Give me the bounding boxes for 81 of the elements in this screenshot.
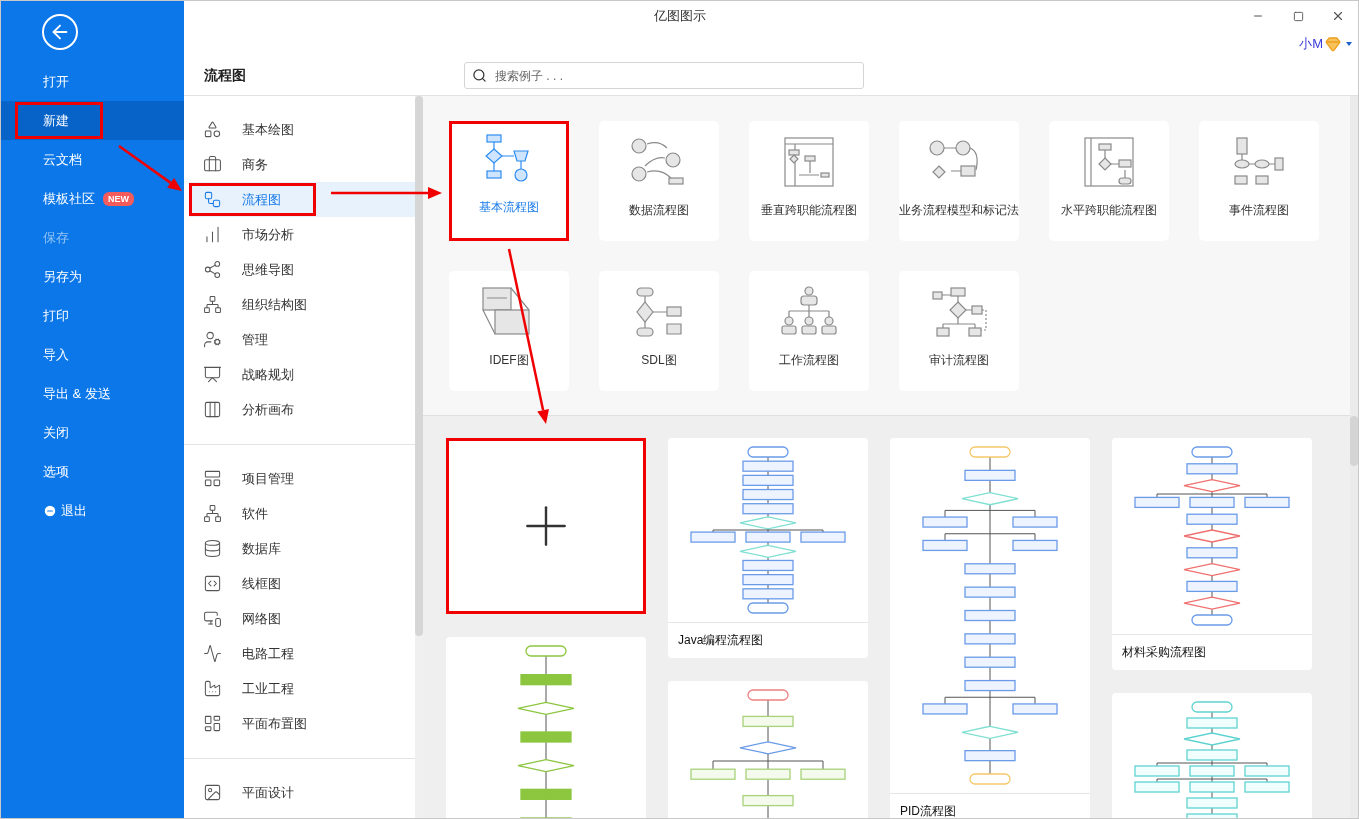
template-caption: PID流程图 [890, 793, 1090, 818]
window-title: 亿图图示 [654, 7, 706, 25]
diagram-type-card[interactable]: 工作流程图 [749, 271, 869, 391]
maximize-icon [1292, 10, 1304, 22]
category-item[interactable]: 网络图 [189, 601, 415, 636]
image-icon [203, 783, 222, 802]
category-item[interactable]: 流程图 [189, 182, 415, 217]
sidebar-item[interactable]: 云文档 [1, 140, 184, 179]
category-item[interactable]: 线框图 [189, 566, 415, 601]
annotation-arrow [118, 145, 182, 191]
diagram-type-card[interactable]: 垂直跨职能流程图 [749, 121, 869, 241]
diagram-type-card[interactable]: 审计流程图 [899, 271, 1019, 391]
new-badge: NEW [103, 191, 134, 206]
category-item[interactable]: 工业工程 [189, 671, 415, 706]
template-card[interactable]: 材料采购流程图 [1112, 438, 1312, 670]
code-window-icon [203, 574, 222, 593]
section-heading: 流程图 [204, 66, 247, 85]
pulse-icon [203, 644, 222, 663]
diagram-type-card[interactable]: 事件流程图 [1199, 121, 1319, 241]
sidebar-item[interactable]: 选项 [1, 452, 184, 491]
columns-icon [203, 400, 222, 419]
category-item[interactable]: 市场分析 [189, 217, 415, 252]
template-card[interactable] [1112, 693, 1312, 818]
category-item[interactable]: 平面设计 [189, 775, 415, 810]
template-card[interactable]: PID流程图 [890, 438, 1090, 818]
diagram-type-card[interactable]: 基本流程图 [449, 121, 569, 241]
shapes-icon [203, 120, 222, 139]
sidebar-item[interactable]: 另存为 [1, 257, 184, 296]
presentation-icon [203, 365, 222, 384]
search-field[interactable]: 搜索例子 . . . [464, 62, 864, 89]
scrollbar-thumb[interactable] [1350, 416, 1358, 466]
search-icon [472, 68, 487, 83]
sidebar-item[interactable]: 导出 & 发送 [1, 374, 184, 413]
category-item[interactable]: 管理 [189, 322, 415, 357]
sidebar-item[interactable]: 打开 [1, 62, 184, 101]
floor-plan-icon [203, 714, 222, 733]
minus-icon [43, 503, 57, 518]
template-card[interactable] [668, 681, 868, 818]
caret-icon[interactable] [1346, 41, 1352, 46]
back-button[interactable] [42, 13, 78, 50]
sidebar-item[interactable]: 导入 [1, 335, 184, 374]
diagram-type-card[interactable]: 数据流程图 [599, 121, 719, 241]
category-item[interactable]: 项目管理 [189, 461, 415, 496]
new-blank-card[interactable] [446, 438, 646, 614]
diagram-type-card[interactable]: SDL图 [599, 271, 719, 391]
user-gear-icon [203, 330, 222, 349]
category-item[interactable]: 思维导图 [189, 252, 415, 287]
hierarchy-icon [203, 504, 222, 523]
template-caption: Java编程流程图 [668, 622, 868, 658]
diagram-type-card[interactable]: IDEF图 [449, 271, 569, 391]
sidebar-item[interactable]: 退出 [1, 491, 184, 530]
category-item[interactable]: 电路工程 [189, 636, 415, 671]
diagram-type-card[interactable]: 水平跨职能流程图 [1049, 121, 1169, 241]
template-card[interactable] [446, 637, 646, 818]
template-caption: 材料采购流程图 [1112, 634, 1312, 670]
category-item[interactable]: 商务 [189, 147, 415, 182]
flowchart-icon [203, 190, 222, 209]
category-item[interactable]: 平面布置图 [189, 706, 415, 741]
diamond-icon [1325, 35, 1341, 52]
close-icon [1331, 9, 1345, 23]
category-item[interactable]: 数据库 [189, 531, 415, 566]
user-name[interactable]: 小M [1299, 34, 1323, 53]
sidebar-item[interactable]: 打印 [1, 296, 184, 335]
database-icon [203, 539, 222, 558]
panel-icon [203, 469, 222, 488]
mind-map-icon [203, 260, 222, 279]
scrollbar-thumb[interactable] [415, 96, 423, 636]
category-item[interactable]: 组织结构图 [189, 287, 415, 322]
template-card[interactable]: Java编程流程图 [668, 438, 868, 658]
category-item[interactable]: 战略规划 [189, 357, 415, 392]
sidebar-item[interactable]: 关闭 [1, 413, 184, 452]
category-item[interactable]: 分析画布 [189, 392, 415, 427]
factory-icon [203, 679, 222, 698]
org-chart-icon [203, 295, 222, 314]
bar-chart-icon [203, 225, 222, 244]
diagram-type-card[interactable]: 业务流程模型和标记法 [899, 121, 1019, 241]
category-item[interactable]: 基本绘图 [189, 112, 415, 147]
sidebar-item[interactable]: 新建 [1, 101, 184, 140]
devices-icon [203, 609, 222, 628]
briefcase-icon [203, 155, 222, 174]
category-item[interactable]: 软件 [189, 496, 415, 531]
